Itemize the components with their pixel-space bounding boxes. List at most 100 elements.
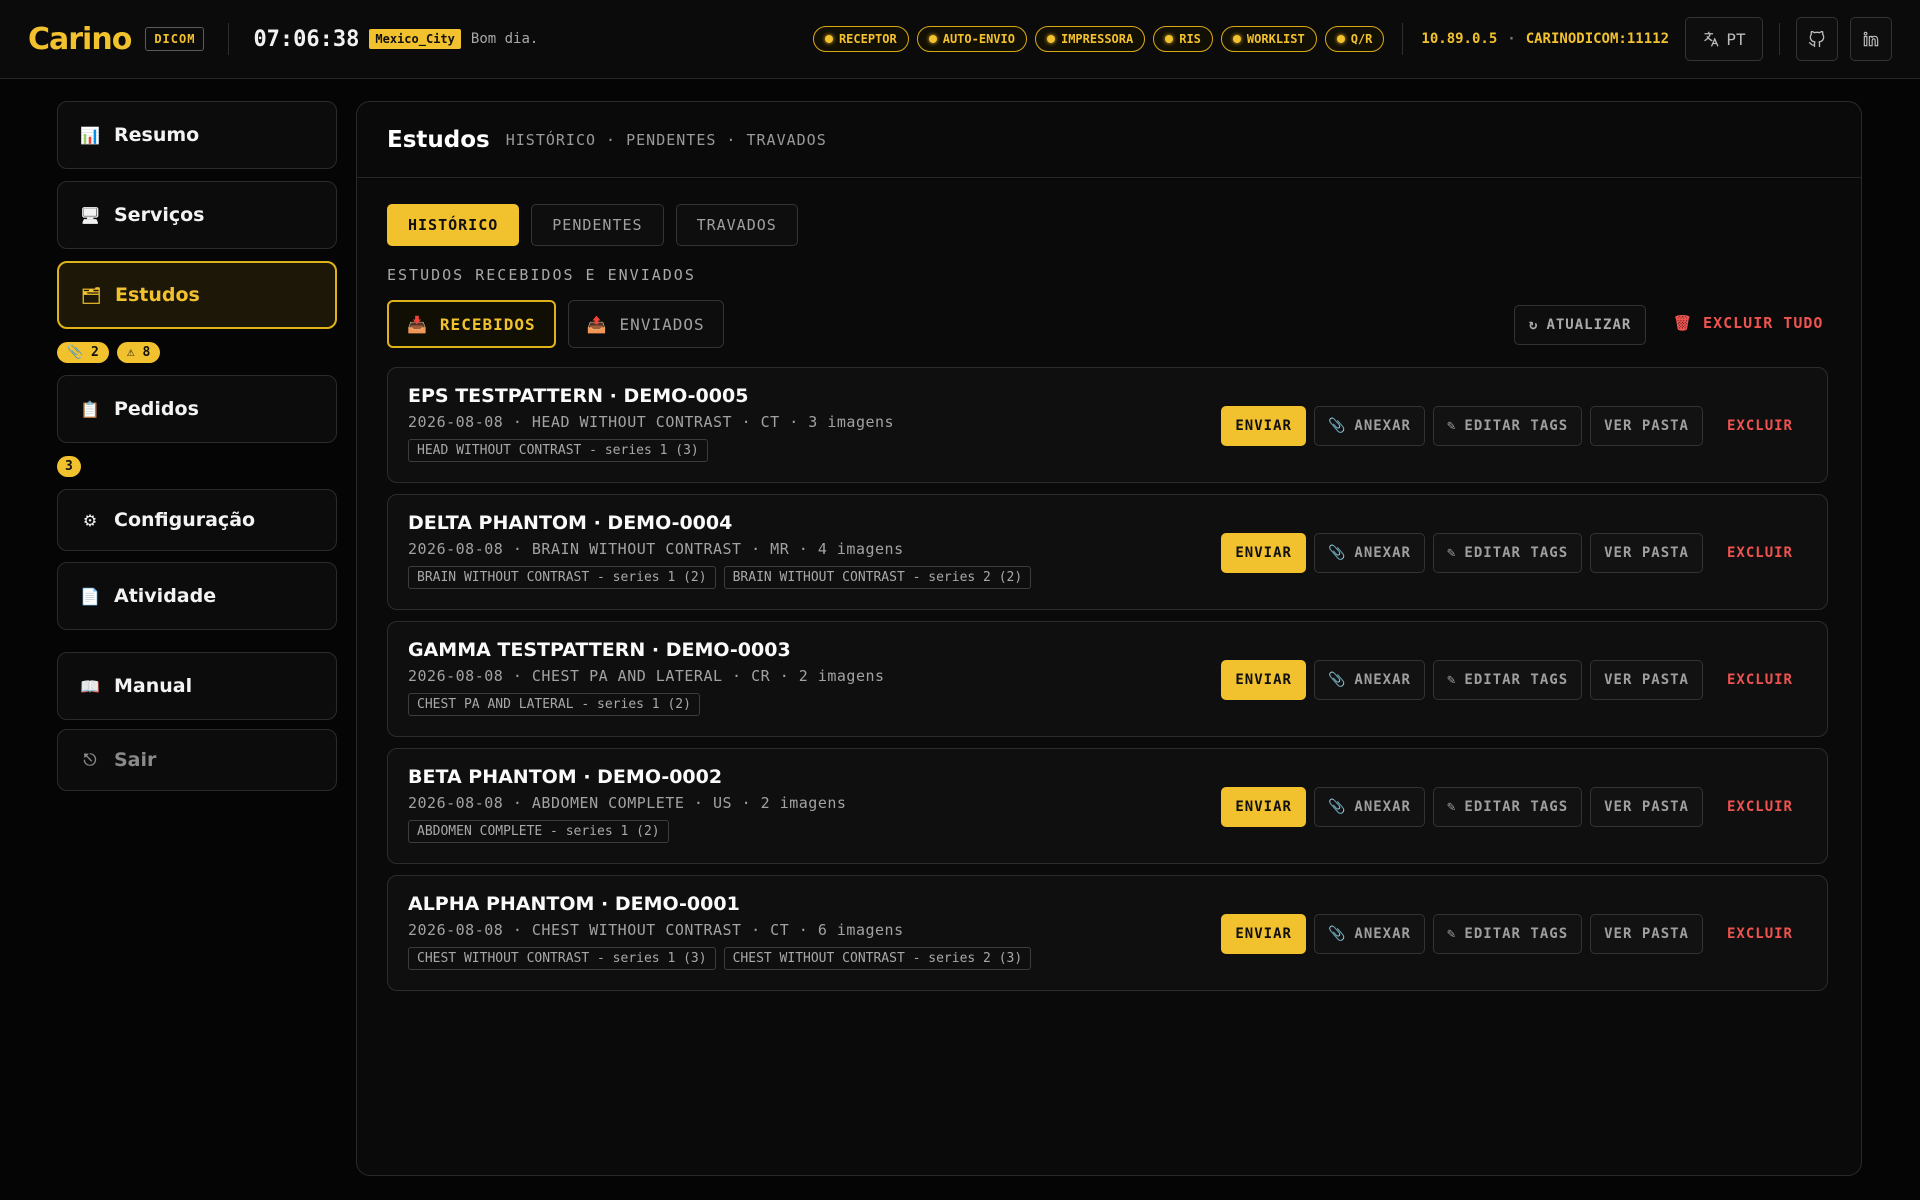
series-chip: ABDOMEN COMPLETE - series 1 (2) (408, 820, 669, 843)
trash-icon: 🗑 (1673, 314, 1694, 332)
refresh-button[interactable]: ↻ ATUALIZAR (1514, 305, 1647, 345)
delete-button[interactable]: EXCLUIR (1711, 914, 1809, 954)
status-pill-ris[interactable]: RIS (1153, 26, 1213, 52)
edit-tags-button[interactable]: ✎ EDITAR TAGS (1432, 406, 1583, 446)
study-title: GAMMA TESTPATTERN · DEMO-0003 (408, 639, 791, 661)
status-pill-worklist[interactable]: WORKLIST (1220, 26, 1317, 52)
paperclip-icon: 📎 (1327, 799, 1347, 815)
service-status-pills: RECEPTOR AUTO-ENVIO IMPRESSORA RIS WORKL… (812, 26, 1385, 52)
delete-all-button[interactable]: 🗑 EXCLUIR TUDO (1673, 314, 1823, 332)
warning-count-badge: ⚠ 8 (116, 341, 161, 363)
paperclip-icon: 📎 (1327, 926, 1347, 942)
estudos-badges: 📎 2 ⚠ 8 (57, 339, 337, 365)
sidebar-item-resumo[interactable]: 📊 Resumo (57, 101, 337, 169)
github-icon (1808, 30, 1825, 48)
github-button[interactable] (1796, 17, 1838, 61)
pedidos-badges: 3 (57, 453, 337, 479)
outbox-icon: 📤 (586, 314, 608, 334)
ae-title-port: CARINODICOM:11112 (1525, 31, 1669, 47)
status-pill-qr[interactable]: Q/R (1324, 26, 1385, 52)
clock: 07:06:38 (253, 26, 360, 52)
series-chip: CHEST WITHOUT CONTRAST - series 2 (3) (723, 947, 1032, 970)
tabs: HISTÓRICO PENDENTES TRAVADOS (387, 204, 798, 246)
status-pill-impressora[interactable]: IMPRESSORA (1034, 26, 1146, 52)
delete-button[interactable]: EXCLUIR (1711, 660, 1809, 700)
status-pill-receptor[interactable]: RECEPTOR (812, 26, 909, 52)
study-card: DELTA PHANTOM · DEMO-0004 2026-08-08 · B… (387, 494, 1828, 610)
edit-tags-button[interactable]: ✎ EDITAR TAGS (1432, 914, 1583, 954)
view-folder-button[interactable]: VER PASTA (1590, 660, 1703, 700)
status-pill-auto-envio[interactable]: AUTO-ENVIO (916, 26, 1027, 52)
refresh-icon: ↻ (1529, 317, 1539, 333)
status-dot-icon (1336, 35, 1345, 43)
paperclip-icon: 📎 (1327, 672, 1347, 688)
linkedin-button[interactable] (1850, 17, 1892, 61)
paperclip-icon: 📎 (1327, 418, 1347, 434)
top-bar: Carino DICOM 07:06:38 Mexico_City Bom di… (0, 0, 1920, 79)
edit-tags-button[interactable]: ✎ EDITAR TAGS (1432, 660, 1583, 700)
study-title: ALPHA PHANTOM · DEMO-0001 (408, 893, 740, 915)
study-card: GAMMA TESTPATTERN · DEMO-0003 2026-08-08… (387, 621, 1828, 737)
tab-historico[interactable]: HISTÓRICO (387, 204, 520, 246)
study-card: BETA PHANTOM · DEMO-0002 2026-08-08 · AB… (387, 748, 1828, 864)
send-button[interactable]: ENVIAR (1221, 914, 1306, 954)
study-card: EPS TESTPATTERN · DEMO-0005 2026-08-08 ·… (387, 367, 1828, 483)
delete-button[interactable]: EXCLUIR (1711, 533, 1809, 573)
status-dot-icon (1232, 35, 1241, 43)
status-dot-icon (1046, 35, 1055, 43)
sidebar-item-estudos[interactable]: 🗂 Estudos (57, 261, 337, 329)
attach-button[interactable]: 📎 ANEXAR (1313, 787, 1425, 827)
sidebar-item-manual[interactable]: 📖 Manual (57, 652, 337, 720)
sidebar-item-configuracao[interactable]: ⚙ Configuração (57, 489, 337, 551)
greeting: Bom dia. (470, 31, 539, 47)
app-logo: Carino (28, 21, 132, 57)
study-actions: ENVIAR 📎 ANEXAR ✎ EDITAR TAGS VER PASTA EX… (1221, 787, 1809, 827)
pencil-icon: ✎ (1446, 545, 1457, 561)
divider (228, 23, 230, 55)
view-folder-button[interactable]: VER PASTA (1590, 914, 1703, 954)
studies-list: EPS TESTPATTERN · DEMO-0005 2026-08-08 ·… (387, 367, 1828, 991)
attach-button[interactable]: 📎 ANEXAR (1313, 406, 1425, 446)
edit-tags-button[interactable]: ✎ EDITAR TAGS (1432, 787, 1583, 827)
send-button[interactable]: ENVIAR (1221, 787, 1306, 827)
study-actions: ENVIAR 📎 ANEXAR ✎ EDITAR TAGS VER PASTA EX… (1221, 406, 1809, 446)
translate-icon (1704, 31, 1719, 47)
view-folder-button[interactable]: VER PASTA (1590, 787, 1703, 827)
series-chip: HEAD WITHOUT CONTRAST - series 1 (3) (408, 439, 708, 462)
pedidos-count-badge: 3 (57, 455, 81, 477)
send-button[interactable]: ENVIAR (1221, 406, 1306, 446)
language-button[interactable]: PT (1685, 17, 1763, 61)
gear-icon: ⚙ (82, 510, 98, 530)
delete-button[interactable]: EXCLUIR (1711, 787, 1809, 827)
study-title: BETA PHANTOM · DEMO-0002 (408, 766, 723, 788)
attach-button[interactable]: 📎 ANEXAR (1313, 914, 1425, 954)
tab-travados[interactable]: TRAVADOS (675, 204, 798, 246)
send-button[interactable]: ENVIAR (1221, 533, 1306, 573)
sidebar-item-pedidos[interactable]: 📋 Pedidos (57, 375, 337, 443)
attach-button[interactable]: 📎 ANEXAR (1313, 660, 1425, 700)
study-title: DELTA PHANTOM · DEMO-0004 (408, 512, 733, 534)
sidebar-item-atividade[interactable]: 📄 Atividade (57, 562, 337, 630)
sidebar-item-servicos[interactable]: 🖥 Serviços (57, 181, 337, 249)
attach-button[interactable]: 📎 ANEXAR (1313, 533, 1425, 573)
delete-button[interactable]: EXCLUIR (1711, 406, 1809, 446)
study-actions: ENVIAR 📎 ANEXAR ✎ EDITAR TAGS VER PASTA EX… (1221, 533, 1809, 573)
view-folder-button[interactable]: VER PASTA (1590, 533, 1703, 573)
status-dot-icon (1165, 35, 1174, 43)
edit-tags-button[interactable]: ✎ EDITAR TAGS (1432, 533, 1583, 573)
send-button[interactable]: ENVIAR (1221, 660, 1306, 700)
section-label: ESTUDOS RECEBIDOS E ENVIADOS (387, 266, 696, 284)
folder-icon: 🗂 (81, 285, 102, 305)
series-chip: CHEST PA AND LATERAL - series 1 (2) (408, 693, 700, 716)
book-icon: 📖 (80, 676, 100, 696)
tab-recebidos[interactable]: 📥 RECEBIDOS (387, 300, 556, 348)
sidebar: 📊 Resumo 🖥 Serviços 🗂 Estudos 📎 2 ⚠ 8 📋 Pedi… (57, 101, 337, 791)
divider (1779, 23, 1780, 55)
sidebar-item-sair[interactable]: ⎋ Sair (57, 729, 337, 791)
view-folder-button[interactable]: VER PASTA (1590, 406, 1703, 446)
clipboard-icon: 📋 (80, 399, 100, 419)
timezone-badge: Mexico_City (369, 29, 461, 49)
tab-pendentes[interactable]: PENDENTES (531, 204, 664, 246)
tab-enviados[interactable]: 📤 ENVIADOS (567, 300, 724, 348)
direction-tabs: 📥 RECEBIDOS 📤 ENVIADOS (387, 300, 724, 348)
